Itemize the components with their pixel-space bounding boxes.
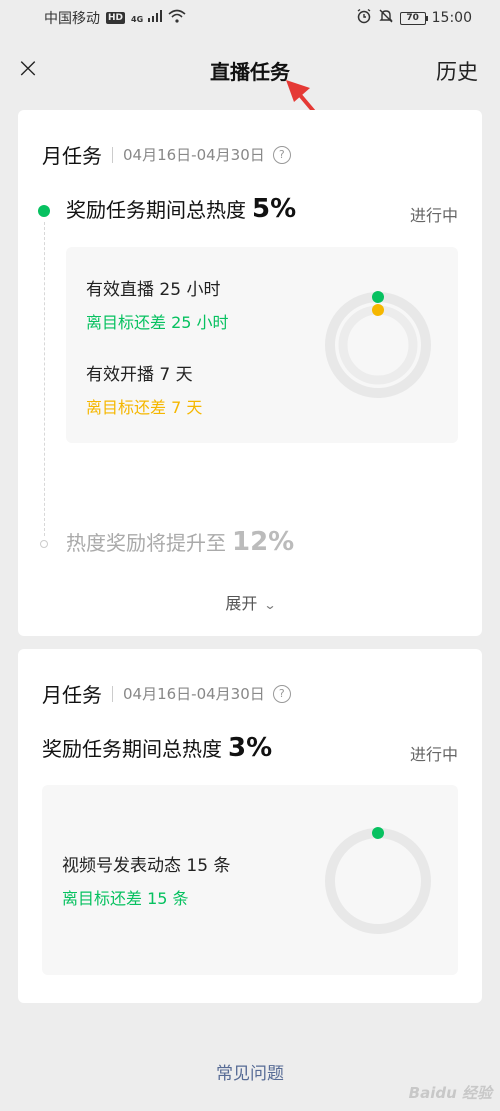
divider [112,146,113,163]
next-reward: 热度奖励将提升至 12% [66,527,294,557]
nav-bar: × 直播任务 历史 [0,44,500,96]
task-percent: 5% [252,194,297,224]
next-reward-text: 热度奖励将提升至 [66,531,226,555]
progress-box: 视频号发表动态 15 条 离目标还差 15 条 [42,785,458,975]
status-badge: 进行中 [409,206,458,225]
task-goal: 奖励任务期间总热度 3% [42,733,272,763]
page-title: 直播任务 [210,60,290,84]
progress-ring-icon [325,827,431,934]
task-text: 奖励任务期间总热度 [66,198,246,222]
wifi-icon [168,9,186,27]
network-type: 4G [131,15,144,24]
watermark: Baidu 经验 [408,1084,492,1102]
timeline-line [44,222,45,536]
hd-badge: HD [106,12,126,24]
requirement-gap: 离目标还差 7 天 [86,398,203,417]
next-reward-percent: 12% [232,527,295,557]
clock-time: 15:00 [431,10,472,26]
expand-button[interactable]: 展开 ⌄ [18,590,482,614]
requirement-label: 视频号发表动态 15 条 [62,856,231,876]
status-bar: 中国移动 HD 4G 70 15:00 [0,0,500,36]
history-button[interactable]: 历史 [436,56,478,86]
date-range: 04月16日-04月30日 [123,146,265,164]
mute-icon [378,8,394,28]
card-header: 月任务 04月16日-04月30日 ? [42,679,291,708]
help-icon[interactable]: ? [272,684,291,703]
date-range: 04月16日-04月30日 [123,685,265,703]
alarm-icon [356,8,372,28]
status-left: 中国移动 HD 4G [44,8,186,28]
requirement-gap: 离目标还差 25 小时 [86,313,229,332]
signal-icon: 4G [131,10,162,26]
battery-level: 70 [406,13,419,23]
card-title: 月任务 [42,144,102,168]
chevron-down-icon: ⌄ [263,598,277,612]
status-right: 70 15:00 [356,8,472,28]
help-icon[interactable]: ? [272,145,291,164]
status-badge: 进行中 [409,745,458,764]
faq-link[interactable]: 常见问题 [0,1059,500,1084]
task-text: 奖励任务期间总热度 [42,737,222,761]
carrier-name: 中国移动 [44,11,100,27]
divider [112,685,113,702]
requirement-gap: 离目标还差 15 条 [62,889,189,908]
requirement-label: 有效直播 25 小时 [86,280,221,300]
pending-dot-icon [40,540,48,548]
expand-label: 展开 [225,594,258,613]
progress-box: 有效直播 25 小时 离目标还差 25 小时 有效开播 7 天 离目标还差 7 … [66,247,458,443]
monthly-task-card-1: 月任务 04月16日-04月30日 ? 奖励任务期间总热度 5% 进行中 有效直… [18,110,482,636]
task-percent: 3% [228,733,273,763]
requirement-label: 有效开播 7 天 [86,365,193,385]
battery-icon: 70 [399,11,428,25]
active-dot-icon [38,205,50,217]
progress-ring-icon [325,291,431,398]
card-title: 月任务 [42,683,102,707]
card-header: 月任务 04月16日-04月30日 ? [42,140,291,169]
monthly-task-card-2: 月任务 04月16日-04月30日 ? 奖励任务期间总热度 3% 进行中 视频号… [18,649,482,1003]
task-goal: 奖励任务期间总热度 5% [66,194,296,224]
